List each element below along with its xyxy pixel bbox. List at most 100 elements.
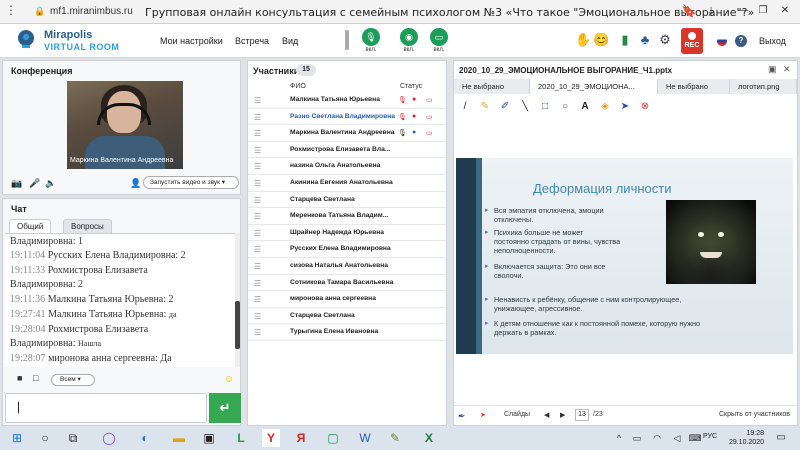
emoji-picker-icon[interactable]: ☺ xyxy=(224,374,234,385)
prev-slide-icon[interactable]: ◀ xyxy=(544,411,549,419)
participant-row[interactable]: ☰ Старцева Светлана xyxy=(248,309,446,325)
chat-input[interactable] xyxy=(5,393,207,423)
search-icon[interactable]: ○ xyxy=(36,429,54,447)
drag-handle-icon[interactable]: ☰ xyxy=(254,179,261,188)
store-icon[interactable]: ▣ xyxy=(200,429,218,447)
drag-handle-icon[interactable]: ☰ xyxy=(254,279,261,288)
start-video-dropdown[interactable]: Запустить видео и звук ▾ xyxy=(143,176,239,189)
close-panel-icon[interactable]: ✕ xyxy=(783,64,791,75)
pen-icon[interactable]: / xyxy=(458,101,472,112)
participant-row[interactable]: ☰ Меренкова Татьяна Владим... xyxy=(248,209,446,225)
cam-status-icon[interactable]: ● xyxy=(412,96,416,103)
volume-icon[interactable]: ◁ xyxy=(668,429,686,447)
text-tool-icon[interactable]: A xyxy=(578,101,592,112)
language-flag-icon[interactable] xyxy=(717,36,727,46)
send-button[interactable]: ↵ xyxy=(209,393,241,423)
yandex-icon[interactable]: Я xyxy=(292,429,310,447)
network-icon[interactable]: ♣ xyxy=(637,32,653,47)
participant-row[interactable]: ☰ Старцева Светлана xyxy=(248,193,446,209)
mic-status-icon[interactable]: 🎙 xyxy=(398,113,407,121)
alice-icon[interactable]: ◯ xyxy=(100,429,118,447)
edge-icon[interactable]: ◐ xyxy=(136,429,154,447)
draw-mode-icon[interactable]: ✒ xyxy=(458,411,466,422)
battery-icon[interactable]: ▭ xyxy=(628,429,646,447)
tools-icon[interactable]: ⚙ xyxy=(657,32,673,48)
screen-status-icon[interactable]: ▭ xyxy=(426,129,433,137)
highlighter-icon[interactable]: ✎ xyxy=(478,101,492,112)
mic-settings-icon[interactable]: 🎤 xyxy=(29,178,40,189)
participant-row[interactable]: ☰ Разно Светлана Владимировна 🎙 ● ▭ xyxy=(248,110,446,126)
rectangle-icon[interactable]: □ xyxy=(538,101,552,112)
drag-handle-icon[interactable]: ☰ xyxy=(254,245,261,254)
download-icon[interactable]: ⤓ xyxy=(703,3,719,19)
minimize-icon[interactable]: — xyxy=(735,3,751,19)
cam-status-icon[interactable]: ● xyxy=(412,129,416,136)
ellipse-icon[interactable]: ○ xyxy=(558,101,572,112)
text-color-icon[interactable]: ■ xyxy=(17,373,22,383)
bookmark-icon[interactable]: 🔖 xyxy=(681,3,697,19)
speaker-settings-icon[interactable]: 🔈 xyxy=(45,178,56,189)
camera-settings-icon[interactable]: 📷 xyxy=(11,178,22,189)
windows-start-icon[interactable]: ⊞ xyxy=(8,429,26,447)
pointer-icon[interactable]: ➤ xyxy=(618,101,632,112)
tab-questions[interactable]: Вопросы xyxy=(63,219,112,233)
drag-handle-icon[interactable]: ☰ xyxy=(254,212,261,221)
task-view-icon[interactable]: ⧉ xyxy=(64,429,82,447)
emoji-icon[interactable]: 😊 xyxy=(593,32,609,48)
word-icon[interactable]: W xyxy=(356,429,374,447)
drag-handle-icon[interactable]: ☰ xyxy=(254,146,261,155)
wifi-icon[interactable]: ◠ xyxy=(648,429,666,447)
line-icon[interactable]: ╲ xyxy=(518,101,532,112)
screen-status-icon[interactable]: ▭ xyxy=(426,96,433,104)
app-icon[interactable]: ▢ xyxy=(324,429,342,447)
doc-tab-active[interactable]: 2020_10_29_ЭМОЦИОНА... xyxy=(530,79,658,94)
app-l-icon[interactable]: L xyxy=(232,429,250,447)
help-icon[interactable]: ? xyxy=(735,35,747,47)
drag-handle-icon[interactable]: ☰ xyxy=(254,162,261,171)
fill-icon[interactable]: ◈ xyxy=(598,101,612,112)
participant-row[interactable]: ☰ миронова анна сергеевна xyxy=(248,292,446,308)
slide-canvas[interactable]: Деформация личности ▸ Вся эмпатия отключ… xyxy=(456,158,793,354)
drag-handle-icon[interactable]: ☰ xyxy=(254,196,261,205)
mic-status-icon[interactable]: 🎙 xyxy=(398,96,407,104)
input-language[interactable]: РУС xyxy=(703,433,717,440)
yandex-browser-icon[interactable]: Y xyxy=(262,429,280,447)
exit-button[interactable]: Выход xyxy=(759,36,786,46)
participant-row[interactable]: ☰ Малкина Татьяна Юрьевна 🎙 ● ▭ xyxy=(248,93,446,109)
nav-my-settings[interactable]: Мои настройки xyxy=(160,36,223,46)
browser-menu-icon[interactable]: ⋮ xyxy=(5,3,17,17)
collapse-icon[interactable]: ▣ xyxy=(768,64,777,75)
record-button[interactable]: REC xyxy=(681,28,703,54)
participant-row[interactable]: ☰ Рохмистрова Елизавета Вла... xyxy=(248,143,446,159)
keyboard-icon[interactable]: ⌨ xyxy=(686,429,704,447)
laser-pointer-icon[interactable]: ➤ xyxy=(480,411,486,419)
participant-row[interactable]: ☰ Шрайнер Надежда Юрьевна xyxy=(248,226,446,242)
drag-handle-icon[interactable]: ☰ xyxy=(254,262,261,271)
doc-tab[interactable]: логотип.png xyxy=(730,79,797,94)
restore-icon[interactable]: ❐ xyxy=(755,3,771,19)
excel-icon[interactable]: X xyxy=(420,429,438,447)
participant-row[interactable]: ☰ Маркина Валентина Андреевна 🎙 ● ▭ xyxy=(248,126,446,142)
page-number-input[interactable]: 13 xyxy=(575,409,589,421)
user-icon[interactable]: 👤 xyxy=(130,178,141,189)
drag-handle-icon[interactable]: ☰ xyxy=(254,113,261,122)
participant-row[interactable]: ☰ Сотникова Тамара Васильевна xyxy=(248,276,446,292)
clock[interactable]: 19:28 29.10.2020 xyxy=(724,429,764,447)
screen-share-button[interactable]: ▭ xyxy=(430,28,448,46)
drag-handle-icon[interactable]: ☰ xyxy=(254,328,261,337)
raise-hand-icon[interactable]: ✋ xyxy=(575,32,591,48)
recipient-select[interactable]: Всем ▾ xyxy=(51,374,95,386)
video-feed[interactable]: Маркина Валентина Андреевна xyxy=(67,81,183,169)
participant-row[interactable]: ☰ Акинина Евгения Анатольевна xyxy=(248,176,446,192)
lock-icon[interactable]: 🔒 xyxy=(34,6,45,17)
mic-button[interactable]: 🎙 xyxy=(362,28,380,46)
drag-handle-icon[interactable]: ☰ xyxy=(254,312,261,321)
mic-volume-slider[interactable] xyxy=(345,30,349,50)
browser-url[interactable]: mf1.miranimbus.ru xyxy=(50,6,133,17)
chat-scrollbar[interactable] xyxy=(235,233,240,367)
notifications-icon[interactable]: ▭ xyxy=(772,429,790,447)
clear-icon[interactable]: ⊗ xyxy=(638,101,652,112)
participant-row[interactable]: ☰ назина Ольга Анатольевна xyxy=(248,159,446,175)
nav-meeting[interactable]: Встреча xyxy=(235,36,269,46)
bg-color-icon[interactable]: □ xyxy=(33,373,38,383)
